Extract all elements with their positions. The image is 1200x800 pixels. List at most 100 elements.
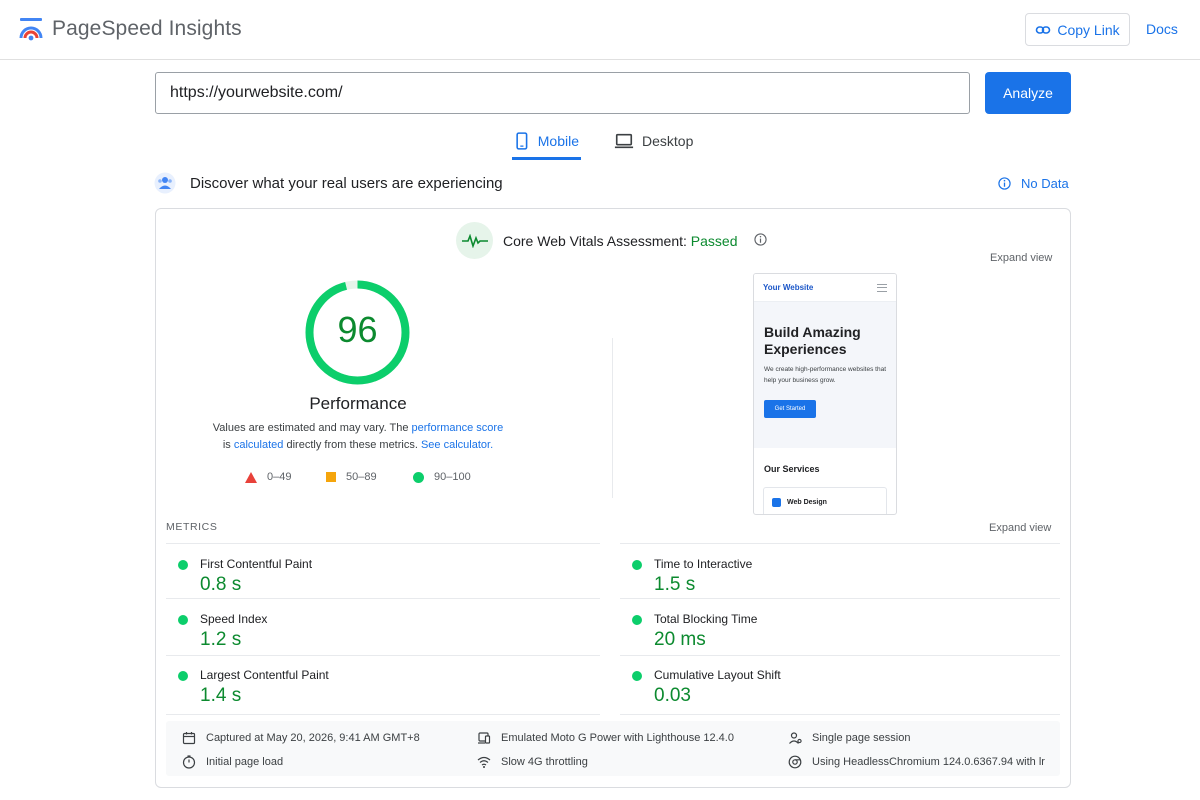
section-divider xyxy=(612,338,613,498)
preview-brand: Your Website xyxy=(763,283,814,292)
preview-cta-button: Get Started xyxy=(764,400,816,418)
metric-cumulative-layout-shift: Cumulative Layout Shift 0.03 xyxy=(620,657,1040,713)
legend-fail: 0–49 xyxy=(245,471,291,483)
pass-circle-icon xyxy=(632,615,642,625)
metric-largest-contentful-paint: Largest Contentful Paint 1.4 s xyxy=(166,657,586,713)
link-icon xyxy=(1036,25,1051,34)
performance-score: 96 xyxy=(337,309,378,350)
info-icon xyxy=(753,233,767,246)
hamburger-menu-icon xyxy=(877,284,887,292)
metric-label: Cumulative Layout Shift xyxy=(654,668,781,682)
tab-mobile-label: Mobile xyxy=(537,133,579,149)
no-data-indicator[interactable]: No Data xyxy=(998,176,1069,191)
pass-circle-icon xyxy=(178,560,188,570)
metric-first-contentful-paint: First Contentful Paint 0.8 s xyxy=(166,546,586,602)
browser-text: Using HeadlessChromium 124.0.6367.94 wit… xyxy=(812,756,1045,768)
run-info-captured: Captured at May 20, 2026, 9:41 AM GMT+8 xyxy=(182,731,420,745)
preview-service-card: Web Design xyxy=(763,487,887,514)
copy-link-label: Copy Link xyxy=(1057,21,1120,38)
legend-average: 50–89 xyxy=(326,471,377,483)
throttling-text: Slow 4G throttling xyxy=(501,756,588,768)
users-field-data-icon xyxy=(154,172,176,194)
cwv-label-line: Core Web Vitals Assessment: Passed xyxy=(503,233,738,249)
preview-section-title: Our Services xyxy=(764,464,820,474)
url-input[interactable] xyxy=(155,72,970,114)
pass-circle-icon xyxy=(413,471,424,483)
metric-value: 1.4 s xyxy=(200,685,242,706)
see-calculator-link[interactable]: See calculator. xyxy=(421,439,493,451)
pulse-icon xyxy=(461,233,488,248)
tab-desktop-label: Desktop xyxy=(642,133,694,149)
screenshot-preview[interactable]: Your Website Build Amazing Experiences W… xyxy=(753,273,897,515)
service-icon xyxy=(772,497,781,507)
fail-triangle-icon xyxy=(245,471,257,483)
run-info-session: Single page session xyxy=(788,731,910,745)
calendar-icon xyxy=(182,732,196,745)
device-text: Emulated Moto G Power with Lighthouse 12… xyxy=(501,732,734,744)
field-data-heading: Discover what your real users are experi… xyxy=(190,175,503,192)
metric-value: 1.2 s xyxy=(200,629,242,650)
metric-divider xyxy=(620,714,1060,715)
pass-circle-icon xyxy=(178,615,188,625)
metric-label: Largest Contentful Paint xyxy=(200,668,329,682)
info-icon xyxy=(998,177,1011,190)
metric-value: 0.8 s xyxy=(200,574,242,595)
load-text: Initial page load xyxy=(206,756,284,768)
perf-desc-text-2: is xyxy=(222,439,231,451)
tab-desktop[interactable]: Desktop xyxy=(614,126,693,160)
preview-navbar: Your Website xyxy=(754,274,896,302)
person-icon xyxy=(789,732,802,744)
preview-subtext: We create high-performance websites that… xyxy=(764,366,886,384)
pass-circle-icon xyxy=(178,671,188,681)
analyze-button[interactable]: Analyze xyxy=(985,72,1071,114)
average-square-icon xyxy=(326,472,336,482)
preview-headline: Build Amazing Experiences xyxy=(764,324,861,357)
perf-desc-text-1: Values are estimated and may vary. The xyxy=(212,422,409,434)
pass-circle-icon xyxy=(632,671,642,681)
metric-time-to-interactive: Time to Interactive 1.5 s xyxy=(620,546,1040,602)
timer-icon xyxy=(182,755,196,769)
metric-label: Total Blocking Time xyxy=(654,612,758,626)
device-icon xyxy=(478,732,491,744)
legend-pass-range: 90–100 xyxy=(434,471,471,483)
cwv-label: Core Web Vitals Assessment: xyxy=(503,232,687,249)
calculated-link[interactable]: calculated xyxy=(234,439,284,451)
docs-link[interactable]: Docs xyxy=(1146,21,1178,37)
mobile-phone-icon xyxy=(516,132,528,150)
performance-description: Values are estimated and may vary. The p… xyxy=(206,420,510,454)
metric-label: First Contentful Paint xyxy=(200,557,313,571)
metric-value: 0.03 xyxy=(654,685,691,706)
legend-fail-range: 0–49 xyxy=(267,471,292,483)
run-info-device: Emulated Moto G Power with Lighthouse 12… xyxy=(477,731,734,745)
no-data-label: No Data xyxy=(1021,176,1069,191)
top-app-bar: PageSpeed Insights Copy Link Docs xyxy=(0,0,1200,60)
pagespeed-logo-icon[interactable] xyxy=(18,16,44,42)
expand-view-button[interactable]: Expand view xyxy=(990,252,1052,264)
metric-label: Speed Index xyxy=(200,612,268,626)
copy-link-button[interactable]: Copy Link xyxy=(1025,13,1130,46)
legend-average-range: 50–89 xyxy=(346,471,377,483)
preview-service-label: Web Design xyxy=(787,498,827,506)
metric-label: Time to Interactive xyxy=(654,557,753,571)
cwv-info-button[interactable] xyxy=(748,230,767,251)
legend-pass: 90–100 xyxy=(413,471,471,483)
cwv-status: Passed xyxy=(690,232,738,249)
metric-divider xyxy=(166,714,600,715)
tab-mobile[interactable]: Mobile xyxy=(512,126,581,160)
metric-total-blocking-time: Total Blocking Time 20 ms xyxy=(620,601,1040,657)
session-text: Single page session xyxy=(812,732,911,744)
pass-circle-icon xyxy=(632,560,642,570)
metrics-heading: METRICS xyxy=(166,521,218,533)
cwv-badge xyxy=(456,222,493,259)
run-info-load: Initial page load xyxy=(182,755,283,769)
preview-hero: Build Amazing Experiences We create high… xyxy=(754,302,896,448)
metric-divider xyxy=(166,543,600,544)
cwv-assessment: Core Web Vitals Assessment: Passed xyxy=(456,222,767,259)
metrics-expand-view-button[interactable]: Expand view xyxy=(989,522,1051,534)
app-title[interactable]: PageSpeed Insights xyxy=(52,17,242,41)
performance-score-link[interactable]: performance score xyxy=(412,422,504,434)
run-info-browser: Using HeadlessChromium 124.0.6367.94 wit… xyxy=(788,755,1045,769)
desktop-laptop-icon xyxy=(614,133,634,149)
metric-value: 20 ms xyxy=(654,629,706,650)
wifi-icon xyxy=(477,756,491,768)
